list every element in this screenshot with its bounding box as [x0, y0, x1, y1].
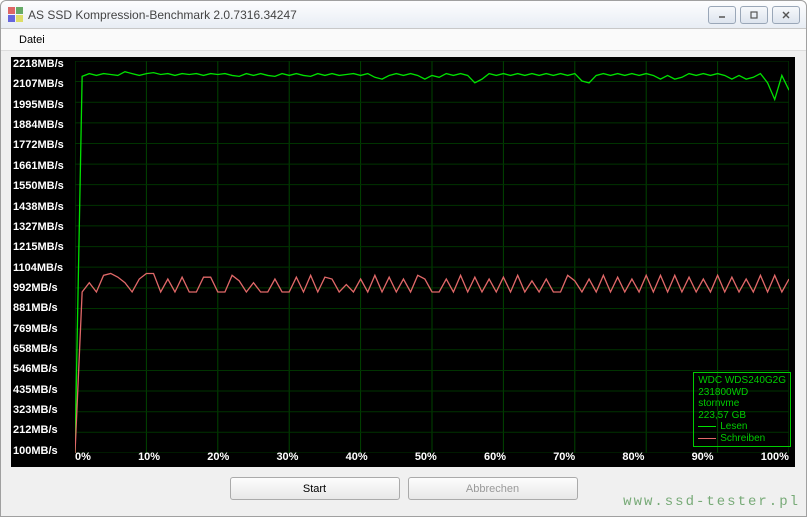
legend-write-label: Schreiben — [720, 433, 765, 445]
abbrechen-button: Abbrechen — [408, 477, 578, 500]
legend-capacity: 223,57 GB — [698, 410, 786, 422]
legend-read-row: Lesen — [698, 421, 786, 433]
legend-device: WDC WDS240G2G — [698, 375, 786, 387]
maximize-button[interactable] — [740, 6, 768, 24]
legend-read-swatch — [698, 426, 716, 427]
button-row: Start Abbrechen — [11, 467, 796, 500]
app-icon — [7, 7, 23, 23]
window-controls — [708, 6, 800, 24]
legend-driver: stornvme — [698, 398, 786, 410]
minimize-button[interactable] — [708, 6, 736, 24]
x-axis-labels: 0%10%20%30%40%50%60%70%80%90%100% — [75, 451, 789, 465]
legend-write-row: Schreiben — [698, 433, 786, 445]
titlebar[interactable]: AS SSD Kompression-Benchmark 2.0.7316.34… — [1, 1, 806, 29]
plot-area — [75, 61, 789, 453]
legend-write-swatch — [698, 438, 716, 439]
legend-firmware: 231800WD — [698, 387, 786, 399]
app-window: AS SSD Kompression-Benchmark 2.0.7316.34… — [0, 0, 807, 517]
y-axis-labels: 2218MB/s2107MB/s1995MB/s1884MB/s1772MB/s… — [13, 59, 75, 457]
content-area: 2218MB/s2107MB/s1995MB/s1884MB/s1772MB/s… — [1, 51, 806, 508]
window-title: AS SSD Kompression-Benchmark 2.0.7316.34… — [28, 8, 708, 22]
close-button[interactable] — [772, 6, 800, 24]
menubar: Datei — [1, 29, 806, 51]
menu-datei[interactable]: Datei — [11, 32, 53, 48]
legend: WDC WDS240G2G 231800WD stornvme 223,57 G… — [693, 372, 791, 447]
start-button[interactable]: Start — [230, 477, 400, 500]
legend-read-label: Lesen — [720, 421, 747, 433]
chart: 2218MB/s2107MB/s1995MB/s1884MB/s1772MB/s… — [11, 57, 795, 467]
